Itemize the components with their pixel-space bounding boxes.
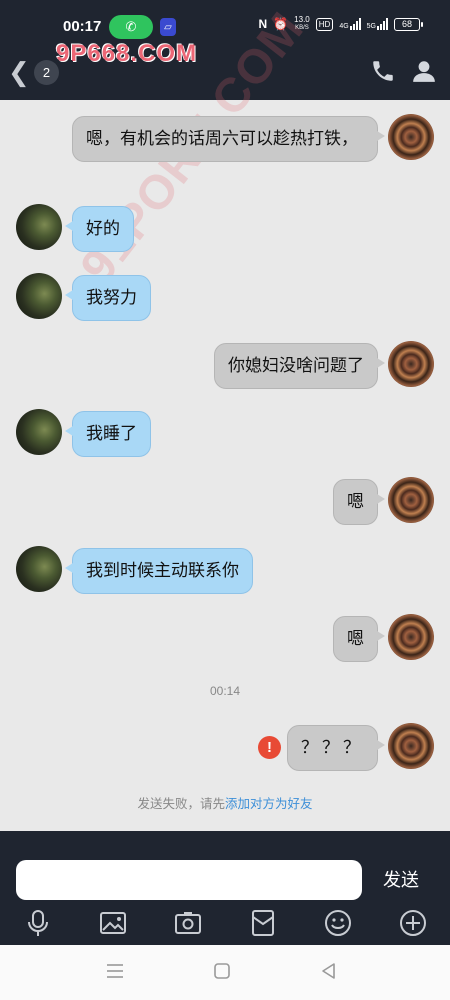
message-bubble-outgoing[interactable]: 嗯，有机会的话周六可以趁热打铁， [72,116,385,162]
message-bubble-outgoing[interactable]: 你媳妇没啥问题了 [214,343,385,389]
menu-icon[interactable] [104,960,126,982]
message-bubble-incoming[interactable]: 好的 [65,206,134,252]
contact-avatar[interactable] [16,546,62,592]
my-avatar[interactable] [388,114,434,160]
send-failed-icon[interactable]: ! [258,736,281,759]
mic-icon[interactable] [23,908,53,938]
message-bubble-incoming[interactable]: 我努力 [65,275,151,321]
watermark-logo-top: 9P668.COM [56,40,198,67]
status-time: 00:17 [63,18,102,35]
message-bubble-incoming[interactable]: 我到时候主动联系你 [65,548,253,594]
send-failed-text: 发送失败，请先 [137,796,225,811]
contact-avatar[interactable] [16,204,62,250]
battery-level: 68 [401,18,412,29]
emoji-icon[interactable] [323,908,353,938]
camera-icon[interactable] [173,908,203,938]
signal-5g-icon: 5G [367,18,388,30]
hd-badge: HD [315,17,334,31]
image-icon[interactable] [98,908,128,938]
signal-5g-label: 5G [366,23,376,30]
plus-icon[interactable] [398,908,428,938]
contact-avatar[interactable] [16,273,62,319]
signal-4g-label: 4G [339,23,349,30]
home-icon[interactable] [211,960,233,982]
my-avatar[interactable] [388,341,434,387]
call-in-progress-icon[interactable]: ✆ [109,15,153,39]
back-chevron-icon[interactable]: ❮ [8,58,30,88]
signal-4g-icon: 4G [339,18,361,30]
app-notification-icon: ▱ [160,18,176,36]
red-packet-icon[interactable] [248,908,278,938]
send-button[interactable]: 发送 [372,866,430,896]
send-failed-notice: 发送失败，请先添加对方为好友 [0,793,450,812]
add-friend-link[interactable]: 添加对方为好友 [225,796,313,811]
message-bubble-outgoing[interactable]: ？？？ [287,725,385,771]
contact-icon[interactable] [411,58,437,84]
my-avatar[interactable] [388,614,434,660]
message-bubble-outgoing[interactable]: 嗯 [333,479,385,525]
message-timestamp: 00:14 [209,684,241,698]
message-bubble-incoming[interactable]: 我睡了 [65,411,151,457]
battery-icon: 68 [394,17,423,31]
input-toolbar [0,900,450,945]
my-avatar[interactable] [388,477,434,523]
contact-avatar[interactable] [16,409,62,455]
my-avatar[interactable] [388,723,434,769]
message-input[interactable] [16,860,362,900]
message-bubble-outgoing[interactable]: 嗯 [333,616,385,662]
phone-icon[interactable] [370,58,396,84]
back-triangle-icon[interactable] [318,960,340,982]
